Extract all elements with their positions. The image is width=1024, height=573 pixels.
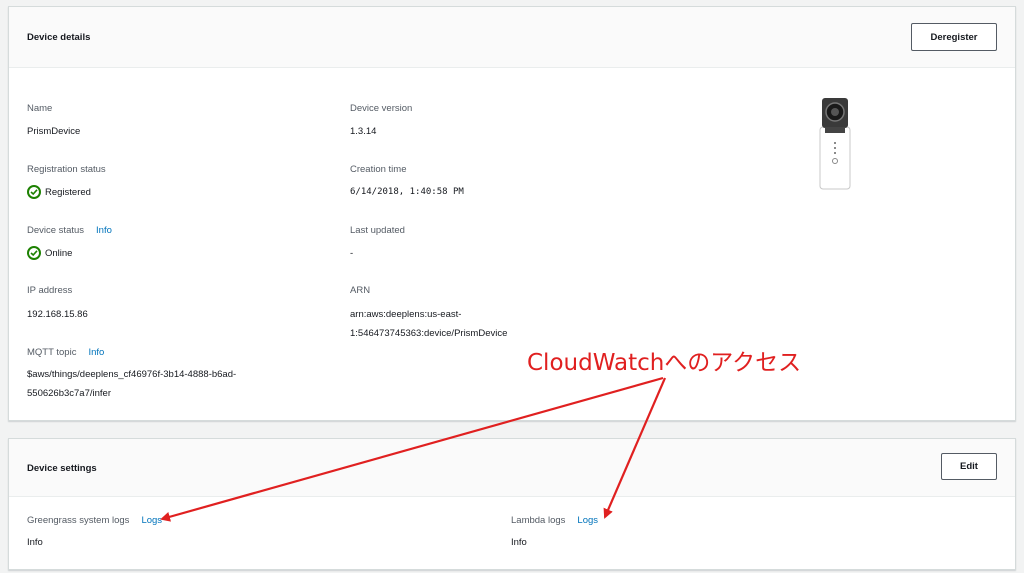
arrow-to-greengrass-logs [160, 376, 664, 522]
annotation-arrows [160, 376, 667, 522]
arrow-to-lambda-logs [603, 377, 667, 519]
